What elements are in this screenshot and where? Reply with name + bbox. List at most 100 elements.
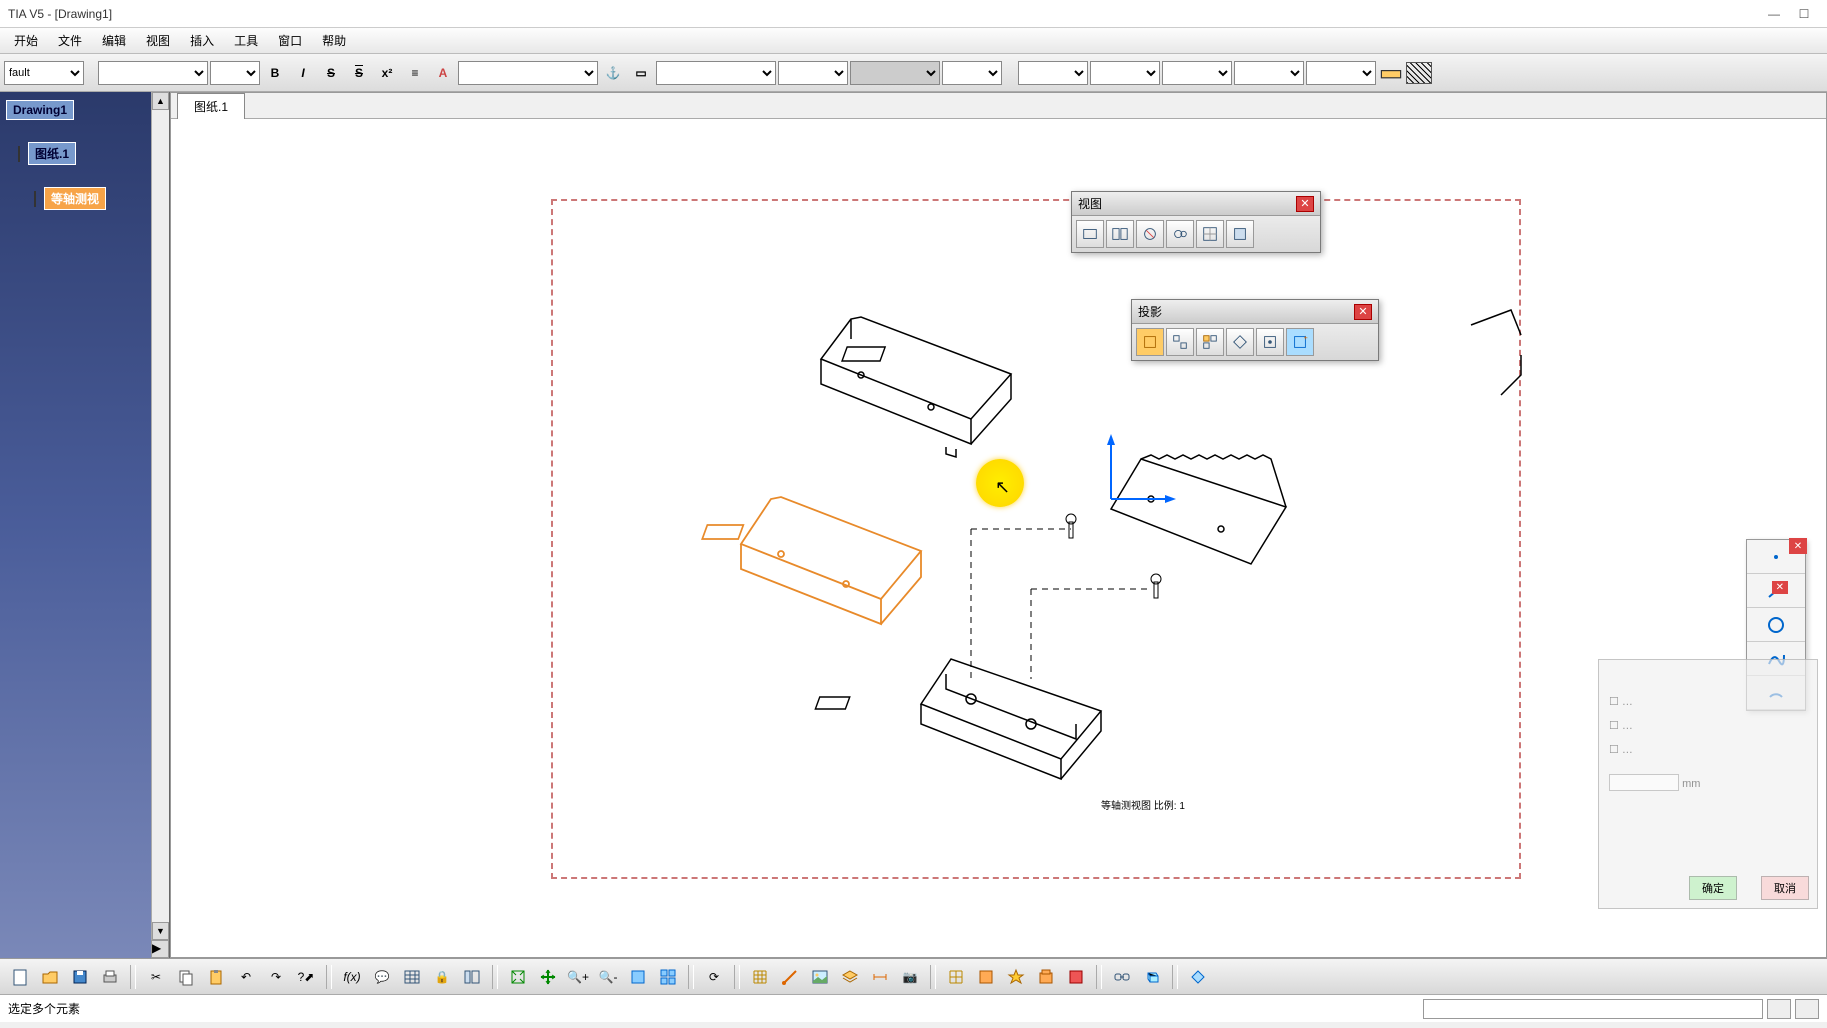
view-btn-2[interactable] — [1106, 220, 1134, 248]
float-proj-header[interactable]: 投影 ✕ — [1132, 300, 1378, 324]
menu-tools[interactable]: 工具 — [224, 29, 268, 52]
drawing-canvas[interactable]: 等轴测视图 比例: 1 ↖ 视图 ✕ — [171, 119, 1826, 957]
anchor-button[interactable]: ⚓ — [600, 60, 626, 86]
lock-icon[interactable]: 🔒 — [428, 963, 456, 991]
snap-icon[interactable] — [776, 963, 804, 991]
overstrike-button[interactable]: S — [346, 60, 372, 86]
italic-button[interactable]: I — [290, 60, 316, 86]
combo-1[interactable] — [458, 61, 598, 85]
sheet-tab[interactable]: 图纸.1 — [177, 93, 245, 119]
menu-view[interactable]: 视图 — [136, 29, 180, 52]
draw-circle-button[interactable] — [1747, 608, 1805, 642]
font-color-button[interactable]: A — [430, 60, 456, 86]
print-icon[interactable] — [96, 963, 124, 991]
scroll-up-icon[interactable]: ▲ — [152, 92, 169, 110]
scroll-right-icon[interactable]: ▶ — [151, 940, 169, 958]
bold-button[interactable]: B — [262, 60, 288, 86]
align-button[interactable]: ≡ — [402, 60, 428, 86]
combo-6[interactable] — [1018, 61, 1088, 85]
star-icon[interactable] — [1002, 963, 1030, 991]
help-cursor-icon[interactable]: ?⬈ — [292, 963, 320, 991]
scroll-down-icon[interactable]: ▼ — [152, 922, 169, 940]
proj-btn-4[interactable] — [1226, 328, 1254, 356]
faded-cancel-button[interactable]: 取消 — [1761, 876, 1809, 900]
zoom-out-icon[interactable]: 🔍- — [594, 963, 622, 991]
close-icon[interactable]: ✕ — [1296, 196, 1314, 212]
ruler-icon[interactable] — [1378, 60, 1404, 86]
view-btn-1[interactable] — [1076, 220, 1104, 248]
float-toolbar-view[interactable]: 视图 ✕ — [1071, 191, 1321, 253]
frame-button[interactable]: ▭ — [628, 60, 654, 86]
orange-box2-icon[interactable] — [1032, 963, 1060, 991]
dim-icon[interactable] — [866, 963, 894, 991]
part-orange-box[interactable] — [702, 497, 921, 624]
grid2-icon[interactable] — [942, 963, 970, 991]
menu-file[interactable]: 文件 — [48, 29, 92, 52]
cube-icon[interactable] — [1138, 963, 1166, 991]
view-btn-3[interactable] — [1136, 220, 1164, 248]
chat-icon[interactable]: 💬 — [368, 963, 396, 991]
combo-3[interactable] — [778, 61, 848, 85]
size-combo[interactable] — [210, 61, 260, 85]
menu-insert[interactable]: 插入 — [180, 29, 224, 52]
spec-tree[interactable]: Drawing1 图纸.1 等轴测视 ▲ ▼ ▶ — [0, 92, 170, 958]
close-icon[interactable]: ✕ — [1354, 304, 1372, 320]
strike-button[interactable]: S — [318, 60, 344, 86]
combo-9[interactable] — [1234, 61, 1304, 85]
save-icon[interactable] — [66, 963, 94, 991]
menu-edit[interactable]: 编辑 — [92, 29, 136, 52]
faded-dialog[interactable]: ☐ …☐ …☐ … mm 确定 取消 — [1598, 659, 1818, 909]
menu-window[interactable]: 窗口 — [268, 29, 312, 52]
style-combo[interactable]: fault — [4, 61, 84, 85]
menu-help[interactable]: 帮助 — [312, 29, 356, 52]
zoom-in-icon[interactable]: 🔍+ — [564, 963, 592, 991]
minimize-button[interactable]: — — [1759, 4, 1789, 24]
tree-sheet[interactable]: 图纸.1 — [28, 142, 76, 165]
pan-icon[interactable] — [534, 963, 562, 991]
normal-view-icon[interactable] — [624, 963, 652, 991]
tree-view-iso[interactable]: 等轴测视 — [44, 187, 106, 210]
view-btn-5[interactable] — [1196, 220, 1224, 248]
float-toolbar-projection[interactable]: 投影 ✕ + — [1131, 299, 1379, 361]
combo-4[interactable] — [850, 61, 940, 85]
view-btn-6[interactable] — [1226, 220, 1254, 248]
tree-scrollbar[interactable]: ▲ ▼ ▶ — [151, 92, 169, 958]
layers-icon[interactable] — [836, 963, 864, 991]
combo-8[interactable] — [1162, 61, 1232, 85]
combo-2[interactable] — [656, 61, 776, 85]
proj-btn-2[interactable] — [1166, 328, 1194, 356]
hatch-button[interactable] — [1406, 62, 1432, 84]
faded-ok-button[interactable]: 确定 — [1689, 876, 1737, 900]
cut-icon[interactable]: ✂ — [142, 963, 170, 991]
status-btn-1[interactable] — [1767, 999, 1791, 1019]
combo-10[interactable] — [1306, 61, 1376, 85]
proj-btn-5[interactable] — [1256, 328, 1284, 356]
menu-start[interactable]: 开始 — [4, 29, 48, 52]
table-icon[interactable] — [398, 963, 426, 991]
status-btn-2[interactable] — [1795, 999, 1819, 1019]
new-icon[interactable] — [6, 963, 34, 991]
side-close-2[interactable]: ✕ — [1772, 579, 1788, 593]
faded-input[interactable] — [1609, 774, 1679, 791]
proj-btn-3[interactable] — [1196, 328, 1224, 356]
camera-icon[interactable]: 📷 — [896, 963, 924, 991]
combo-5[interactable] — [942, 61, 1002, 85]
command-input[interactable] — [1423, 999, 1763, 1019]
combo-7[interactable] — [1090, 61, 1160, 85]
orange-box-icon[interactable] — [972, 963, 1000, 991]
open-icon[interactable] — [36, 963, 64, 991]
float-view-header[interactable]: 视图 ✕ — [1072, 192, 1320, 216]
fit-icon[interactable] — [504, 963, 532, 991]
view-btn-4[interactable] — [1166, 220, 1194, 248]
image-icon[interactable] — [806, 963, 834, 991]
link-icon[interactable] — [1108, 963, 1136, 991]
close-icon[interactable]: ✕ — [1789, 538, 1807, 554]
refresh-icon[interactable]: ⟳ — [700, 963, 728, 991]
proj-btn-1[interactable] — [1136, 328, 1164, 356]
diamond-icon[interactable] — [1184, 963, 1212, 991]
redo-icon[interactable]: ↷ — [262, 963, 290, 991]
maximize-button[interactable]: ☐ — [1789, 4, 1819, 24]
grid-icon[interactable] — [746, 963, 774, 991]
superscript-button[interactable]: x² — [374, 60, 400, 86]
paste-icon[interactable] — [202, 963, 230, 991]
